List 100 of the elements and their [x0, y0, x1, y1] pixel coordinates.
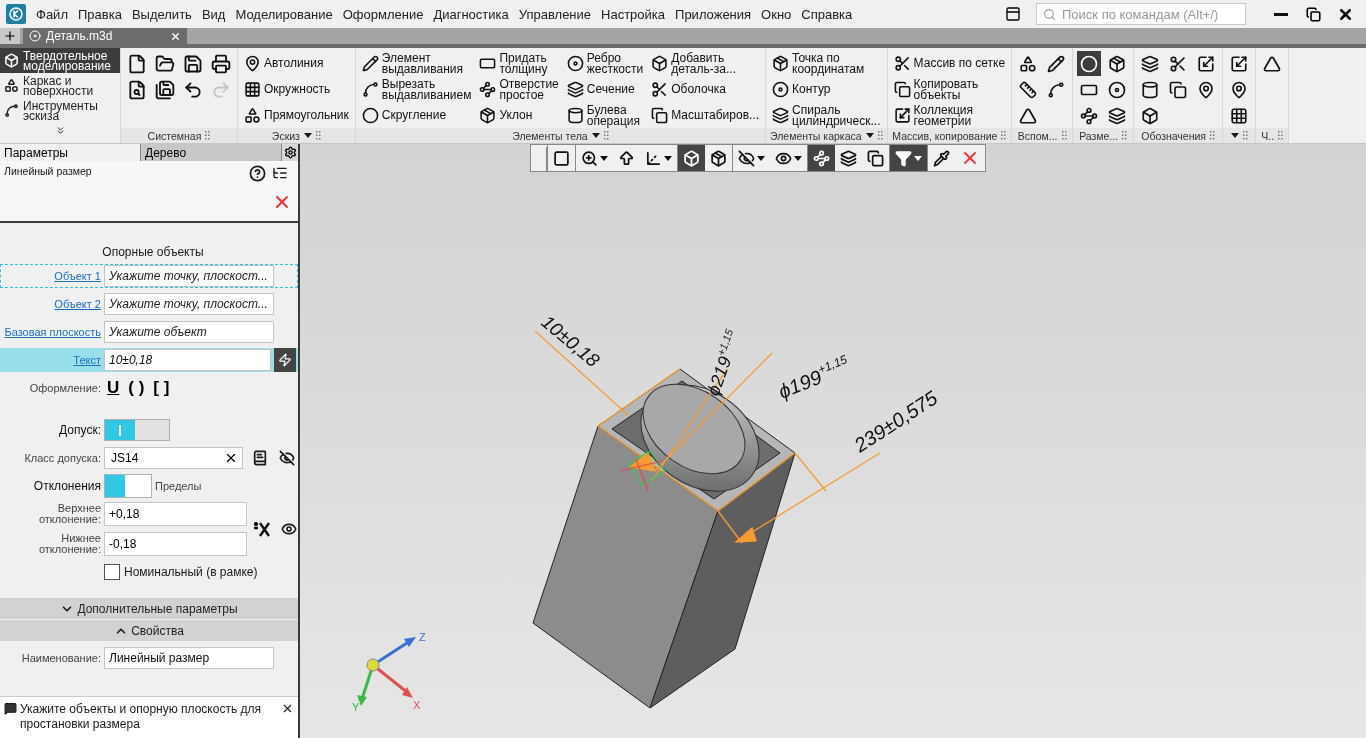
menu-item[interactable]: Справка — [797, 4, 857, 24]
grip-icon — [1122, 131, 1128, 140]
group-label: Эскиз — [271, 129, 300, 142]
file-icon — [127, 53, 147, 74]
tolerance-class-field[interactable]: JS14 — [104, 447, 243, 469]
menu-item[interactable]: Выделить — [127, 4, 196, 24]
menu-item[interactable]: Управление — [514, 4, 596, 24]
caret-icon — [600, 155, 608, 161]
view-tool-button[interactable] — [808, 145, 835, 171]
menu-item[interactable]: Вид — [197, 4, 230, 24]
object-link[interactable]: Текст — [73, 354, 101, 366]
tool-button[interactable]: Сечение — [564, 77, 646, 102]
tool-button[interactable]: Точка по координатам — [770, 51, 883, 76]
menu-item[interactable]: Файл — [32, 4, 72, 24]
book-icon[interactable] — [252, 450, 268, 466]
panel-tab[interactable]: Параметры — [0, 144, 141, 161]
tool-button[interactable]: Отверстие простое — [477, 77, 561, 102]
mode-button[interactable]: Каркас и поверхности — [0, 73, 120, 98]
package-icon — [479, 107, 497, 124]
search-icon — [1043, 7, 1056, 21]
triangle-icon — [1263, 54, 1282, 73]
tool-button[interactable]: Спираль цилиндрическ... — [770, 103, 883, 128]
menu-item[interactable]: Приложения — [671, 4, 756, 24]
search-field[interactable]: Поиск по командам (Alt+/) — [1036, 3, 1246, 25]
sketch-icon — [553, 149, 570, 167]
object-link[interactable]: Базовая плоскость — [4, 326, 101, 338]
menu-item[interactable]: Правка — [73, 4, 126, 24]
tool-button[interactable]: Ребро жесткости — [564, 51, 646, 76]
plus-minus-x-icon[interactable] — [253, 520, 271, 538]
panel-tab[interactable]: Дерево — [141, 144, 282, 161]
mode-button[interactable]: Твердотельное моделирование — [0, 48, 120, 73]
object-link[interactable]: Объект 1 — [54, 270, 101, 282]
menu-item[interactable]: Настройка — [597, 4, 670, 24]
tool-button[interactable] — [1077, 51, 1102, 76]
section-header[interactable]: Дополнительные параметры — [0, 598, 298, 619]
field-label: Наименование: — [21, 652, 101, 664]
deviation-switch[interactable] — [104, 474, 152, 498]
tool-button[interactable]: Уклон — [477, 103, 561, 128]
view-tool-button[interactable] — [678, 145, 705, 171]
object-field[interactable]: Укажите точку, плоскост... — [104, 293, 274, 315]
name-field[interactable]: Линейный размер — [104, 647, 274, 669]
tool-button[interactable]: Прямоугольник — [242, 103, 351, 128]
circle-icon — [361, 107, 379, 124]
close-icon[interactable] — [281, 702, 294, 715]
tool-button[interactable]: Элемент выдавливания — [359, 51, 474, 76]
pin-icon — [1230, 80, 1249, 99]
object-field[interactable]: Укажите точку, плоскост... — [104, 265, 274, 287]
disc-icon — [1108, 80, 1127, 99]
field-label: Нижнее отклонение: — [38, 533, 101, 555]
tool-button[interactable]: Коллекция геометрии — [891, 103, 1008, 128]
tool-button[interactable]: Автолиния — [242, 51, 351, 76]
hint-text: Укажите объекты и опорную плоскость для простановки размера — [20, 702, 262, 732]
field-label: Класс допуска: — [24, 452, 101, 464]
tool-button[interactable]: Контур — [770, 77, 883, 102]
eye-icon[interactable] — [281, 521, 297, 537]
tool-button[interactable]: Булева операция — [564, 103, 646, 128]
help-icon[interactable] — [249, 165, 266, 182]
tool-button[interactable]: Окружность — [242, 77, 351, 102]
tool-button[interactable]: Оболочка — [649, 77, 761, 102]
tool-button[interactable]: Копировать объекты — [891, 77, 1008, 102]
section-header[interactable]: Свойства — [0, 620, 298, 641]
tool-button[interactable]: Добавить деталь-за... — [649, 51, 761, 76]
nodes-icon — [1080, 106, 1099, 125]
text-field[interactable]: 10±0,18 — [104, 349, 271, 371]
menu-item[interactable]: Диагностика — [429, 4, 513, 24]
nominal-checkbox[interactable]: Номинальный (в рамке) — [104, 564, 298, 580]
deviation-field[interactable]: +0,18 — [104, 502, 247, 526]
tool-button[interactable]: Вырезать выдавливанием — [359, 77, 474, 102]
settings-button[interactable] — [282, 144, 298, 161]
text-options-button[interactable] — [274, 348, 296, 372]
tool-button[interactable]: Массив по сетке — [891, 51, 1008, 76]
tool-button[interactable]: Скругление — [359, 103, 474, 128]
clear-button[interactable] — [224, 451, 238, 465]
rectangle-icon — [479, 55, 497, 72]
layers-icon — [1108, 106, 1127, 125]
cylinder-icon — [1141, 80, 1160, 99]
axes-icon — [645, 149, 662, 167]
view-tool-button[interactable] — [890, 145, 928, 171]
shapes-icon — [4, 78, 19, 93]
tool-button[interactable]: Масштабиров... — [649, 103, 761, 128]
tree-icon[interactable] — [272, 165, 288, 181]
styling-option[interactable]: [ ] — [150, 378, 173, 398]
copy-icon — [651, 107, 669, 124]
menu-item[interactable]: Оформление — [338, 4, 428, 24]
menu-item[interactable]: Моделирование — [231, 4, 337, 24]
styling-option[interactable]: U — [104, 378, 123, 398]
hidden-eye-icon[interactable] — [279, 450, 295, 466]
curve-icon — [361, 81, 379, 98]
tool-button[interactable]: Придать толщину — [477, 51, 561, 76]
tolerance-switch[interactable] — [104, 419, 170, 441]
new-tab-button[interactable] — [0, 28, 20, 44]
styling-option[interactable]: ( ) — [125, 378, 148, 398]
group-label: Элементы каркаса — [770, 129, 862, 142]
deviation-field[interactable]: -0,18 — [104, 532, 247, 556]
menu-item[interactable]: Окно — [757, 4, 796, 24]
object-field[interactable]: Укажите объект — [104, 321, 274, 343]
caret-icon — [757, 155, 765, 161]
object-link[interactable]: Объект 2 — [54, 298, 101, 310]
document-tab[interactable]: Деталь.m3d — [23, 28, 187, 44]
mode-button[interactable]: Инструменты эскиза — [0, 98, 120, 123]
